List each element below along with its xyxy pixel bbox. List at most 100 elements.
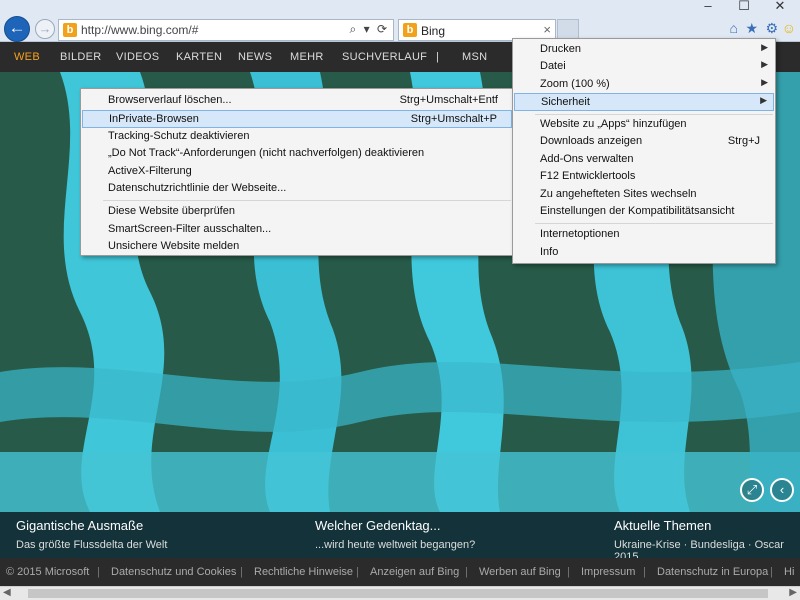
tab-close-icon[interactable]: × bbox=[543, 22, 551, 37]
menu-item-label: Einstellungen der Kompatibilitätsansicht bbox=[540, 205, 735, 217]
menu-item-label: Drucken bbox=[540, 43, 581, 55]
menu-item-label: Website zu „Apps“ hinzufügen bbox=[540, 118, 687, 130]
security-submenu: Browserverlauf löschen... Strg+Umschalt+… bbox=[80, 88, 514, 256]
minimize-icon[interactable]: – bbox=[694, 0, 722, 13]
submenu-arrow-icon: ▶ bbox=[760, 95, 767, 105]
menu-item-security[interactable]: Sicherheit ▶ bbox=[514, 93, 774, 111]
menu-item-label: Browserverlauf löschen... bbox=[108, 94, 232, 106]
menu-item-downloads[interactable]: Downloads anzeigen Strg+J bbox=[514, 133, 774, 151]
footer-link-privacy-cookies[interactable]: Datenschutz und Cookies bbox=[111, 566, 236, 578]
footer-link-help[interactable]: Hi bbox=[784, 566, 794, 578]
previous-image-icon[interactable]: ‹ bbox=[770, 478, 794, 502]
submenu-arrow-icon: ▶ bbox=[761, 42, 768, 52]
gear-icon[interactable]: ⚙ bbox=[765, 20, 778, 37]
submenu-arrow-icon: ▶ bbox=[761, 77, 768, 87]
menu-item-privacy-policy[interactable]: Datenschutzrichtlinie der Webseite... bbox=[82, 180, 512, 198]
menu-item-smartscreen[interactable]: SmartScreen-Filter ausschalten... bbox=[82, 221, 512, 239]
menu-item-inprivate[interactable]: InPrivate-Browsen Strg+Umschalt+P bbox=[82, 110, 512, 128]
menu-item-label: InPrivate-Browsen bbox=[109, 113, 199, 125]
info-block-1[interactable]: Gigantische Ausmaße Das größte Flussdelt… bbox=[16, 518, 167, 551]
menu-item-file[interactable]: Datei ▶ bbox=[514, 58, 774, 76]
address-bar[interactable]: b http://www.bing.com/# ⌕ ▾ ⟳ bbox=[58, 19, 394, 41]
menu-item-clear-history[interactable]: Browserverlauf löschen... Strg+Umschalt+… bbox=[82, 92, 512, 110]
menu-item-internet-options[interactable]: Internetoptionen bbox=[514, 226, 774, 244]
footer-separator: | bbox=[643, 566, 646, 578]
menu-item-activex[interactable]: ActiveX-Filterung bbox=[82, 163, 512, 181]
menu-item-tracking[interactable]: Tracking-Schutz deaktivieren bbox=[82, 128, 512, 146]
footer-link-advertise[interactable]: Werben auf Bing bbox=[479, 566, 561, 578]
nav-msn[interactable]: MSN bbox=[462, 51, 487, 63]
footer-link-ads[interactable]: Anzeigen auf Bing bbox=[370, 566, 459, 578]
info-block-2[interactable]: Welcher Gedenktag... ...wird heute weltw… bbox=[315, 518, 475, 551]
footer-separator: | bbox=[770, 566, 773, 578]
home-icon[interactable]: ⌂ bbox=[730, 20, 738, 36]
submenu-arrow-icon: ▶ bbox=[761, 59, 768, 69]
footer-link-imprint[interactable]: Impressum bbox=[581, 566, 635, 578]
menu-item-shortcut: Strg+Umschalt+P bbox=[410, 113, 497, 125]
footer-copyright: © 2015 Microsoft bbox=[6, 566, 90, 578]
menu-item-shortcut: Strg+Umschalt+Entf bbox=[399, 94, 498, 106]
close-window-icon[interactable]: ✕ bbox=[766, 0, 794, 14]
info-title[interactable]: Gigantische Ausmaße bbox=[16, 518, 167, 533]
menu-item-shortcut: Strg+J bbox=[727, 135, 760, 147]
scroll-right-icon[interactable]: ▶ bbox=[789, 587, 797, 598]
menu-item-label: Tracking-Schutz deaktivieren bbox=[108, 130, 250, 142]
menu-item-check-website[interactable]: Diese Website überprüfen bbox=[82, 203, 512, 221]
info-subtitle[interactable]: Das größte Flussdelta der Welt bbox=[16, 539, 167, 551]
nav-videos[interactable]: VIDEOS bbox=[116, 51, 159, 63]
menu-item-compat-view[interactable]: Einstellungen der Kompatibilitätsansicht bbox=[514, 203, 774, 221]
url-text[interactable]: http://www.bing.com/# bbox=[81, 23, 198, 37]
menu-item-pinned-sites[interactable]: Zu angehefteten Sites wechseln bbox=[514, 186, 774, 204]
nav-divider: | bbox=[436, 51, 440, 63]
favorites-star-icon[interactable]: ★ bbox=[745, 20, 758, 37]
info-block-3[interactable]: Aktuelle Themen Ukraine-Krise · Bundesli… bbox=[614, 518, 800, 563]
scrollbar-thumb[interactable] bbox=[28, 589, 768, 598]
back-button[interactable]: ← bbox=[4, 16, 30, 42]
footer-link-privacy-europe[interactable]: Datenschutz in Europa bbox=[657, 566, 768, 578]
menu-item-label: Sicherheit bbox=[541, 96, 590, 108]
menu-item-label: Downloads anzeigen bbox=[540, 135, 643, 147]
menu-item-label: Zoom (100 %) bbox=[540, 78, 610, 90]
menu-item-label: Add-Ons verwalten bbox=[540, 153, 634, 165]
fullscreen-icon[interactable]: ⤢ bbox=[740, 478, 764, 502]
footer-separator: | bbox=[567, 566, 570, 578]
menu-item-label: Datei bbox=[540, 60, 566, 72]
nav-web[interactable]: WEB bbox=[14, 51, 40, 63]
scroll-left-icon[interactable]: ◀ bbox=[3, 587, 11, 598]
menu-item-devtools[interactable]: F12 Entwicklertools bbox=[514, 168, 774, 186]
menu-item-do-not-track[interactable]: „Do Not Track“-Anforderungen (nicht nach… bbox=[82, 145, 512, 163]
menu-item-zoom[interactable]: Zoom (100 %) ▶ bbox=[514, 76, 774, 94]
forward-button[interactable]: → bbox=[35, 19, 55, 39]
info-title[interactable]: Aktuelle Themen bbox=[614, 518, 800, 533]
tab-favicon-icon: b bbox=[403, 23, 417, 37]
footer-separator: | bbox=[240, 566, 243, 578]
menu-separator bbox=[103, 200, 511, 201]
menu-item-report-unsafe[interactable]: Unsichere Website melden bbox=[82, 238, 512, 256]
nav-bilder[interactable]: BILDER bbox=[60, 51, 102, 63]
address-tools-icon[interactable]: ⌕ ▾ ⟳ bbox=[350, 22, 389, 37]
nav-mehr[interactable]: MEHR bbox=[290, 51, 324, 63]
footer-separator: | bbox=[356, 566, 359, 578]
menu-item-print[interactable]: Drucken ▶ bbox=[514, 41, 774, 59]
tab-title: Bing bbox=[421, 24, 446, 38]
menu-item-about[interactable]: Info bbox=[514, 244, 774, 262]
tools-menu: Drucken ▶ Datei ▶ Zoom (100 %) ▶ Sicherh… bbox=[512, 38, 776, 264]
info-strip: Gigantische Ausmaße Das größte Flussdelt… bbox=[0, 512, 800, 563]
info-subtitle[interactable]: ...wird heute weltweit begangen? bbox=[315, 539, 475, 551]
menu-item-addons[interactable]: Add-Ons verwalten bbox=[514, 151, 774, 169]
menu-item-label: Zu angehefteten Sites wechseln bbox=[540, 188, 697, 200]
nav-suchverlauf[interactable]: SUCHVERLAUF bbox=[342, 51, 427, 63]
footer-link-legal[interactable]: Rechtliche Hinweise bbox=[254, 566, 353, 578]
smiley-feedback-icon[interactable]: ☺ bbox=[782, 20, 796, 36]
nav-karten[interactable]: KARTEN bbox=[176, 51, 222, 63]
info-title[interactable]: Welcher Gedenktag... bbox=[315, 518, 475, 533]
footer-separator: | bbox=[465, 566, 468, 578]
menu-item-label: Unsichere Website melden bbox=[108, 240, 240, 252]
menu-item-label: ActiveX-Filterung bbox=[108, 165, 192, 177]
menu-separator bbox=[535, 114, 773, 115]
nav-news[interactable]: NEWS bbox=[238, 51, 272, 63]
menu-item-label: SmartScreen-Filter ausschalten... bbox=[108, 223, 272, 235]
maximize-icon[interactable]: ☐ bbox=[730, 0, 758, 14]
horizontal-scrollbar[interactable]: ◀ ▶ bbox=[0, 586, 800, 600]
menu-item-add-to-apps[interactable]: Website zu „Apps“ hinzufügen bbox=[514, 116, 774, 134]
